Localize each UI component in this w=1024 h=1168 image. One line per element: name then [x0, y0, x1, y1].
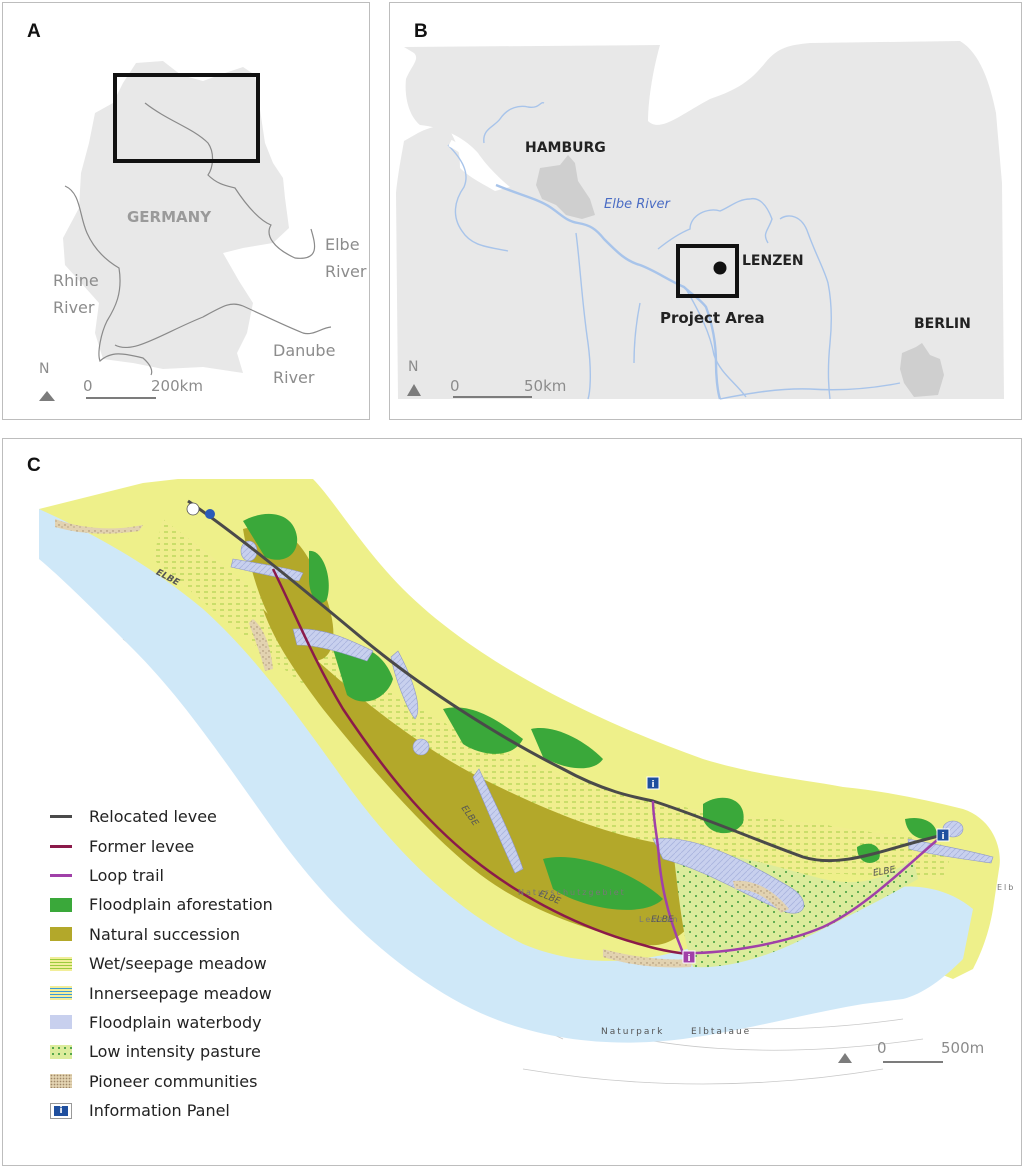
information-panel-icon: i: [50, 1102, 72, 1119]
legend-item-former-levee: Former levee: [50, 831, 273, 860]
legend-item-floodplain-waterbody: Floodplain waterbody: [50, 1008, 273, 1037]
legend-swatch-fill: [50, 927, 72, 942]
legend-label: Innerseepage meadow: [89, 983, 272, 1003]
city-label-hamburg: HAMBURG: [525, 140, 606, 156]
scale-end-label: 50km: [524, 377, 567, 395]
legend-item-natural-succession: Natural succession: [50, 920, 273, 949]
legend-item-loop-trail: Loop trail: [50, 861, 273, 890]
legend-item-pioneer-communities: Pioneer communities: [50, 1067, 273, 1096]
legend-swatch-pattern: [50, 1074, 72, 1089]
legend-label: Loop trail: [89, 865, 164, 885]
north-arrow-icon: [838, 1053, 852, 1063]
city-label-berlin: BERLIN: [914, 316, 971, 332]
danube-label-line2: River: [273, 368, 315, 387]
country-label-germany: GERMANY: [127, 208, 212, 226]
legend-label: Relocated levee: [89, 807, 217, 827]
panel-b-regional-map: B HAMBURG Elbe River LENZEN Project Area…: [389, 2, 1022, 420]
legend-item-floodplain-aforestation: Floodplain aforestation: [50, 890, 273, 919]
map-legend: Relocated levee Former levee Loop trail …: [50, 802, 273, 1125]
legend-swatch-line: [50, 840, 72, 852]
map-label-naturschutzgebiet: Naturschutzgebiet: [518, 888, 626, 897]
svg-text:i: i: [687, 954, 690, 964]
legend-item-innerseepage-meadow: Innerseepage meadow: [50, 978, 273, 1007]
info-point-icon: [205, 509, 215, 519]
elbe-label-line2: River: [325, 262, 367, 281]
panel-a-germany-overview: A GERMANY Elbe River Rhine River Danube …: [2, 2, 370, 420]
scale-start-label: 0: [83, 377, 93, 395]
scale-end-label: 200km: [151, 377, 203, 395]
legend-item-low-intensity-pasture: Low intensity pasture: [50, 1037, 273, 1066]
map-label-elb-fragment: Elb: [997, 883, 1016, 892]
elbe-river-label: Elbe River: [325, 231, 366, 285]
legend-label: Pioneer communities: [89, 1071, 258, 1091]
rhine-river-label: Rhine River: [53, 267, 99, 321]
map-label-naturpark: Naturpark: [601, 1027, 665, 1037]
rhine-label-line1: Rhine: [53, 271, 99, 290]
legend-label: Natural succession: [89, 924, 241, 944]
legend-swatch-pattern: [50, 956, 72, 971]
map-label-lenzen: Lenzen: [639, 915, 680, 924]
regional-map: [396, 41, 1004, 400]
viewpoint-icon: [186, 502, 200, 516]
svg-text:i: i: [651, 780, 654, 790]
scale-end-label: 500m: [941, 1039, 985, 1057]
legend-swatch-line: [50, 869, 72, 881]
map-label-elbtalaue: Elbtalaue: [691, 1027, 752, 1037]
north-arrow-icon: [39, 391, 55, 401]
legend-swatch-fill: [50, 1015, 72, 1030]
legend-label: Low intensity pasture: [89, 1042, 261, 1062]
legend-label: Former levee: [89, 836, 195, 856]
svg-text:i: i: [941, 832, 944, 842]
info-glyph: i: [54, 1105, 68, 1116]
legend-swatch-fill: [50, 897, 72, 912]
danube-river-label: Danube River: [273, 337, 335, 391]
legend-item-information-panel: i Information Panel: [50, 1096, 273, 1125]
legend-swatch-pattern: [50, 1044, 72, 1059]
info-panel-icon: i: [646, 776, 660, 790]
regional-landmass: [396, 41, 1004, 399]
legend-swatch-line: [50, 811, 72, 823]
scale-start-label: 0: [877, 1039, 887, 1057]
legend-item-relocated-levee: Relocated levee: [50, 802, 273, 831]
legend-label: Wet/seepage meadow: [89, 954, 267, 974]
legend-label: Information Panel: [89, 1101, 230, 1121]
danube-label-line1: Danube: [273, 341, 336, 360]
scale-start-label: 0: [450, 377, 460, 395]
rhine-label-line2: River: [53, 298, 95, 317]
north-label: N: [39, 361, 50, 377]
legend-label: Floodplain aforestation: [89, 895, 273, 915]
elbe-river-label: Elbe River: [604, 197, 670, 212]
info-panel-icon: i: [682, 950, 696, 964]
elbe-label-line1: Elbe: [325, 235, 360, 254]
info-panel-icon: i: [936, 828, 950, 842]
legend-swatch-pattern: [50, 986, 72, 1001]
north-label: N: [408, 359, 419, 375]
city-label-lenzen: LENZEN: [742, 253, 804, 269]
project-area-label: Project Area: [660, 309, 765, 327]
legend-label: Floodplain waterbody: [89, 1012, 262, 1032]
lenzen-location-dot: [713, 261, 727, 275]
legend-item-wet-seepage-meadow: Wet/seepage meadow: [50, 949, 273, 978]
